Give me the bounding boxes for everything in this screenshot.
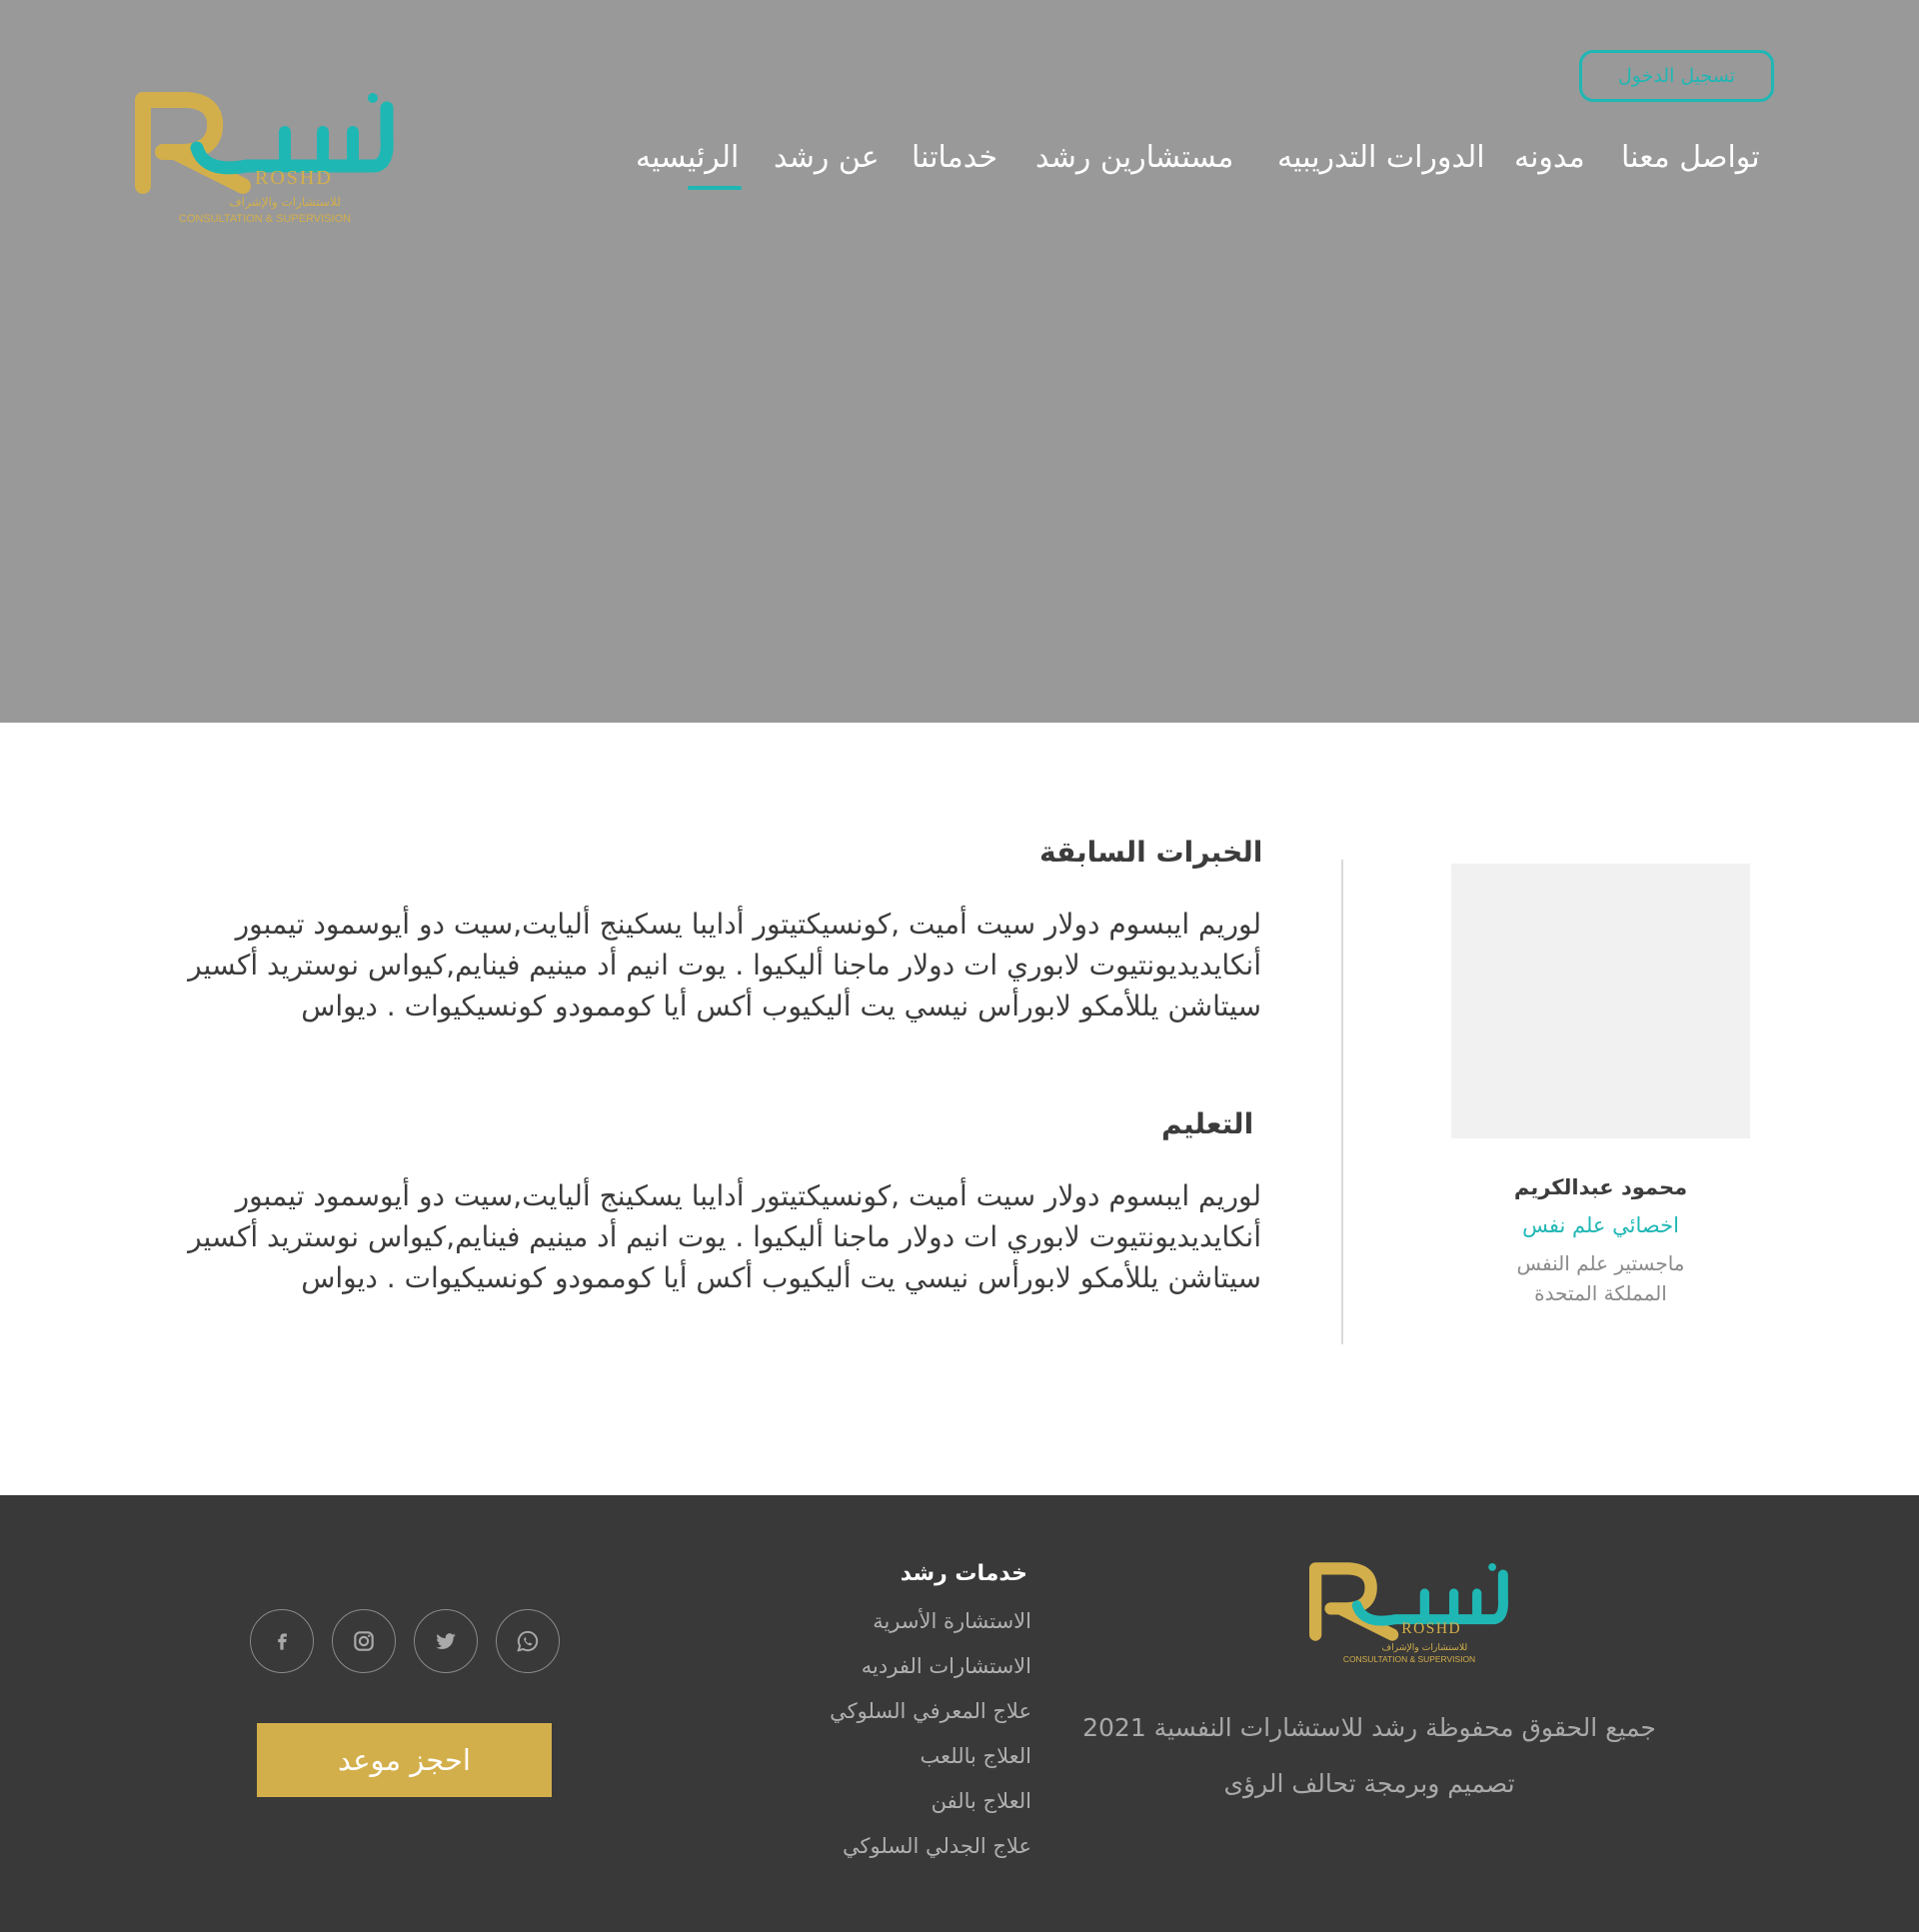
nav-blog[interactable]: مدونه — [1514, 132, 1585, 182]
instagram-icon — [354, 1631, 374, 1651]
instagram-button[interactable] — [332, 1609, 396, 1673]
svg-text:ROSHD: ROSHD — [1401, 1620, 1461, 1637]
svg-text:CONSULTATION & SUPERVISION: CONSULTATION & SUPERVISION — [1343, 1654, 1475, 1664]
consultant-country: المملكة المتحدة — [1534, 1281, 1667, 1305]
footer-services-title: خدمات رشد — [900, 1561, 1027, 1586]
whatsapp-icon — [517, 1630, 539, 1652]
consultant-photo — [1451, 864, 1750, 1138]
twitter-button[interactable] — [414, 1609, 478, 1673]
footer-service-link[interactable]: علاج الجدلي السلوكي — [780, 1834, 1031, 1879]
nav-about[interactable]: عن رشد — [774, 132, 880, 182]
footer-service-link[interactable]: علاج المعرفي السلوكي — [780, 1699, 1031, 1744]
login-button[interactable]: تسجيل الدخول — [1579, 50, 1774, 102]
nav-services[interactable]: خدماتنا — [912, 132, 997, 182]
main-nav: تواصل معنا مدونه الدورات التدريبيه مستشا… — [0, 132, 1919, 192]
consultant-name: محمود عبدالكريم — [1513, 1175, 1688, 1199]
nav-consultants[interactable]: مستشارين رشد — [1035, 132, 1233, 182]
education-title: التعليم — [1161, 1107, 1254, 1140]
credits-text: تصميم وبرمجة تحالف الرؤى — [1223, 1769, 1515, 1798]
whatsapp-button[interactable] — [496, 1609, 560, 1673]
svg-text:للاستشارات والإشراف: للاستشارات والإشراف — [1382, 1642, 1468, 1653]
footer-service-link[interactable]: العلاج باللعب — [780, 1744, 1031, 1789]
facebook-button[interactable] — [250, 1609, 314, 1673]
footer-service-link[interactable]: الاستشارة الأسرية — [780, 1609, 1031, 1654]
svg-text:CONSULTATION & SUPERVISION: CONSULTATION & SUPERVISION — [179, 213, 351, 225]
nav-contact[interactable]: تواصل معنا — [1621, 132, 1760, 182]
nav-courses[interactable]: الدورات التدريبيه — [1277, 132, 1485, 182]
copyright-text: جميع الحقوق محفوظة رشد للاستشارات النفسي… — [1082, 1713, 1656, 1742]
facebook-icon — [278, 1633, 287, 1650]
footer-service-link[interactable]: العلاج بالفن — [780, 1789, 1031, 1834]
experience-title: الخبرات السابقة — [1039, 836, 1263, 869]
column-divider — [1341, 860, 1343, 1344]
footer-services-list: الاستشارة الأسرية الاستشارات الفرديه علا… — [780, 1609, 1031, 1879]
hero-banner: ROSHD للاستشارات والإشراف CONSULTATION &… — [0, 0, 1919, 723]
footer-logo[interactable]: ROSHD للاستشارات والإشراف CONSULTATION &… — [1309, 1557, 1509, 1669]
experience-text: لوريم ايبسوم دولار سيت أميت ,كونسيكتيتور… — [188, 908, 1261, 1022]
consultant-degree: ماجستير علم النفس — [1516, 1251, 1685, 1275]
nav-home[interactable]: الرئيسيه — [636, 132, 743, 190]
footer-service-link[interactable]: الاستشارات الفرديه — [780, 1654, 1031, 1699]
education-text: لوريم ايبسوم دولار سيت أميت ,كونسيكتيتور… — [188, 1179, 1261, 1294]
roshd-logo-icon: ROSHD للاستشارات والإشراف CONSULTATION &… — [1309, 1562, 1509, 1664]
social-links — [250, 1609, 560, 1673]
book-appointment-button[interactable]: احجز موعد — [257, 1723, 552, 1797]
twitter-icon — [436, 1633, 456, 1650]
svg-text:للاستشارات والإشراف: للاستشارات والإشراف — [229, 195, 341, 210]
consultant-role: اخصائي علم نفس — [1522, 1213, 1679, 1237]
